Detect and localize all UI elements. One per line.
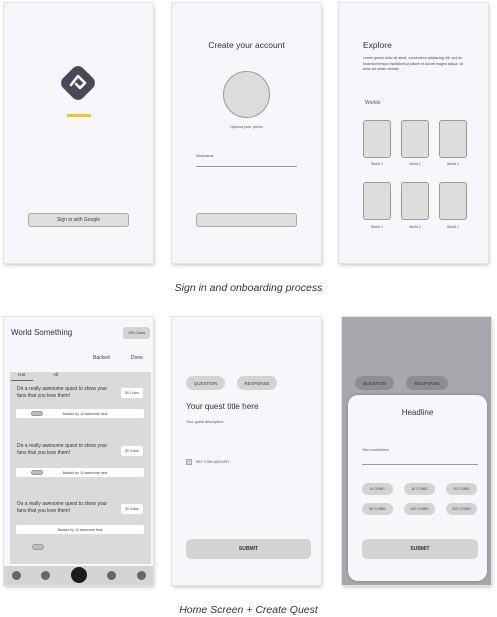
explore-screen: Explore Lorem ipsum dolor sit amet, cons… xyxy=(339,3,488,263)
bottom-toggle[interactable] xyxy=(32,544,44,550)
backed-text: Backed by 10 awesome fans xyxy=(57,527,103,532)
quest-coins-button[interactable]: 50 Coins xyxy=(121,446,143,456)
diamond-logo-icon xyxy=(61,66,95,100)
page-title: Create your account xyxy=(208,40,285,50)
avatar-upload[interactable] xyxy=(223,71,270,118)
nav-create-icon[interactable] xyxy=(71,567,87,583)
upload-photo-label: Upload your photo xyxy=(230,124,263,129)
caption-onboarding: Sign in and onboarding process xyxy=(174,282,323,294)
world-tile[interactable] xyxy=(363,120,391,158)
quest-card-text: Do a really awesome quest to show your f… xyxy=(17,443,108,456)
tab-response[interactable]: RESPONSE xyxy=(406,376,448,390)
nav-item-2-icon[interactable] xyxy=(41,571,50,580)
contribution-label: Your contribution xyxy=(362,448,389,452)
tab-response[interactable]: RESPONSE xyxy=(237,376,277,390)
logo-underline xyxy=(67,114,91,117)
explore-description: Lorem ipsum dolor sit amet, consectetur … xyxy=(363,56,464,72)
backed-toggle[interactable] xyxy=(31,411,43,416)
tab-question[interactable]: QUESTION xyxy=(186,376,225,390)
coin-option-50[interactable]: 50 COINS xyxy=(362,503,393,515)
coin-amount-label: SET COIN AMOUNT xyxy=(196,460,230,464)
nickname-field[interactable] xyxy=(196,166,297,167)
submit-button[interactable]: SUBMIT xyxy=(186,539,311,559)
world-tile-label: World 1 xyxy=(409,225,421,229)
quest-description[interactable]: Your quest description xyxy=(186,420,223,424)
coin-option-200[interactable]: 200 COINS xyxy=(446,503,477,515)
nav-item-5-icon[interactable] xyxy=(137,571,146,580)
contribution-field[interactable] xyxy=(362,464,478,465)
nav-item-4-icon[interactable] xyxy=(107,571,116,580)
quest-card-text: Do a really awesome quest to show your f… xyxy=(17,501,108,514)
sheet-headline: Headline xyxy=(401,408,434,417)
create-account-screen: Create your account Upload your photo Ni… xyxy=(172,3,321,263)
tab-hot[interactable]: Hot xyxy=(18,373,25,378)
quest-coins-button[interactable]: 50 Coins xyxy=(121,504,143,514)
continue-button[interactable] xyxy=(196,213,297,227)
world-tile[interactable] xyxy=(439,182,467,220)
world-tile-label: World 1 xyxy=(409,162,421,166)
coin-option-10[interactable]: 10 COINS xyxy=(404,483,435,495)
create-quest-screen: QUESTION RESPONSE Your quest title here … xyxy=(172,317,321,585)
page-title: Explore xyxy=(363,40,392,50)
quest-title[interactable]: Your quest title here xyxy=(186,402,259,411)
world-tile-label: World 1 xyxy=(447,225,459,229)
world-tile-label: World 1 xyxy=(447,162,459,166)
backed-text: Backed by 10 awesome fans xyxy=(62,411,108,416)
backed-bar: Backed by 10 awesome fans xyxy=(16,525,144,534)
filter-done[interactable]: Done xyxy=(131,355,143,361)
backed-toggle[interactable] xyxy=(31,470,43,475)
coin-amount-checkbox[interactable] xyxy=(186,459,192,465)
world-tile-label: World 1 xyxy=(371,225,383,229)
worlds-label: Worlds xyxy=(365,100,381,106)
world-tile-label: World 1 xyxy=(371,162,383,166)
quest-coins-button[interactable]: 50 Coins xyxy=(121,388,143,398)
coin-option-5[interactable]: 5 COINS xyxy=(362,483,393,495)
world-tile[interactable] xyxy=(401,182,429,220)
google-signin-button[interactable]: Sign in with Google xyxy=(28,213,129,227)
tab-all[interactable]: All xyxy=(53,373,58,378)
filter-backed[interactable]: Backed xyxy=(93,355,110,361)
tab-question[interactable]: QUESTION xyxy=(355,376,394,390)
signin-screen: Sign in with Google xyxy=(4,3,153,263)
contribute-screen: QUESTION RESPONSE Headline Your contribu… xyxy=(342,317,491,585)
coin-option-100[interactable]: 100 COINS xyxy=(404,503,435,515)
coins-badge: 100 Coins xyxy=(123,327,150,339)
world-tile[interactable] xyxy=(401,120,429,158)
world-title: World Something xyxy=(11,328,73,337)
backed-text: Backed by 10 awesome fans xyxy=(62,470,108,475)
caption-home: Home Screen + Create Quest xyxy=(179,604,318,616)
world-tile[interactable] xyxy=(439,120,467,158)
submit-button[interactable]: SUBMIT xyxy=(362,539,478,559)
nav-item-1-icon[interactable] xyxy=(12,571,21,580)
coin-option-20[interactable]: 20 COINS xyxy=(446,483,477,495)
nickname-label: Nickname xyxy=(196,153,214,158)
quest-card-text: Do a really awesome quest to show your f… xyxy=(17,386,108,399)
home-screen: World Something 100 Coins Backed Done Ho… xyxy=(4,317,153,585)
world-tile[interactable] xyxy=(363,182,391,220)
